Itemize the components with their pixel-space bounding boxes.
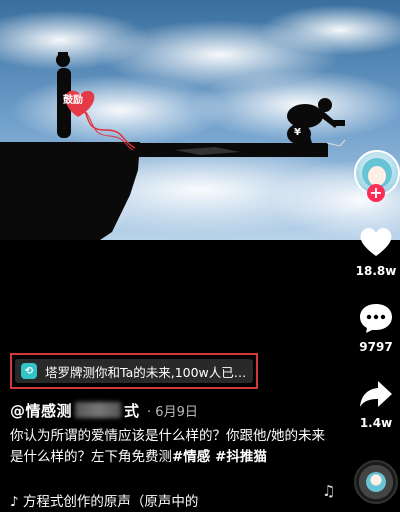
like-count: 18.8w [355,264,397,278]
heart-icon [360,227,392,256]
creator-avatar[interactable]: + [352,148,400,204]
like-button[interactable]: 18.8w [352,226,400,278]
encourage-badge: 鼓励 [63,95,83,106]
author-name[interactable]: @情感测 [10,400,72,421]
comment-button[interactable]: 9797 [352,302,400,354]
post-description: 你认为所谓的爱情应该是什么样的？你跟他/她的未来是什么样的？左下角免费测#情感 … [10,426,330,468]
scene-illustration [0,0,400,240]
author-row: @情感测 式 · 6月9日 [10,398,198,422]
music-disc-button[interactable] [354,460,398,504]
music-cover [366,472,386,492]
share-count: 1.4w [359,416,393,430]
tarot-mini-program-link[interactable]: ⟲ 塔罗牌测你和Ta的未来,100w人已… [10,353,258,389]
mini-program-icon: ⟲ [21,363,37,379]
share-button[interactable]: 1.4w [352,378,400,430]
follow-button[interactable]: + [367,184,385,202]
comment-icon [360,304,392,333]
music-source[interactable]: ♪ 方程式创作的原声（原声中的 [10,490,330,510]
tarot-link-text: 塔罗牌测你和Ta的未来,100w人已… [45,364,247,380]
share-arrow-icon [360,381,392,407]
hashtags[interactable]: #情感 #抖推猫 [172,449,267,465]
yen-symbol: ¥ [294,127,301,138]
post-date: · 6月9日 [147,404,198,420]
comment-count: 9797 [359,340,393,354]
blurred-author-segment [75,402,122,418]
description-text: 你认为所谓的爱情应该是什么样的？你跟他/她的未来是什么样的？左下角免费测 [10,428,326,465]
video-scene[interactable]: 鼓励 ¥ [0,0,400,240]
author-name-suffix[interactable]: 式 [124,400,139,421]
